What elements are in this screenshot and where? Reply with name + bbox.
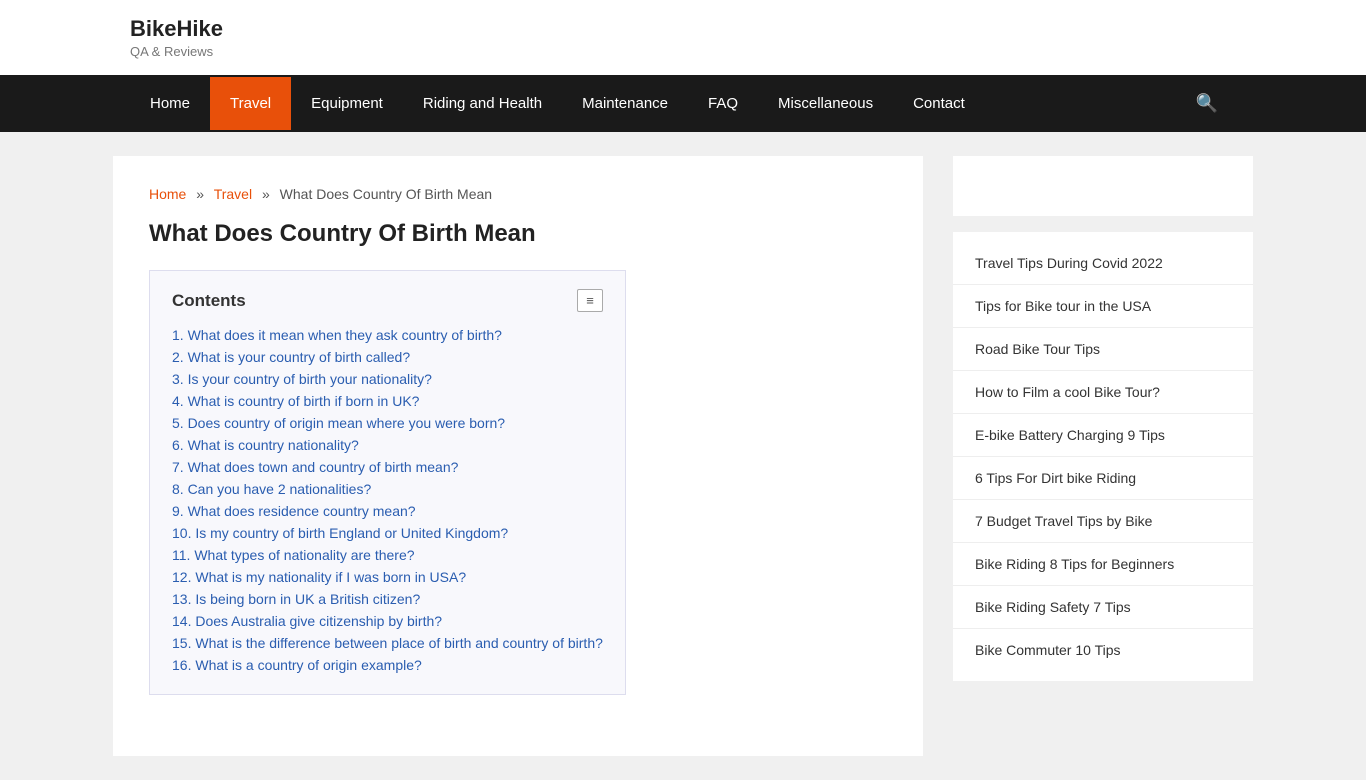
nav-item-miscellaneous[interactable]: Miscellaneous xyxy=(758,77,893,130)
nav-item-maintenance[interactable]: Maintenance xyxy=(562,77,688,130)
contents-header: Contents ≡ xyxy=(172,289,603,312)
nav-items: HomeTravelEquipmentRiding and HealthMain… xyxy=(130,77,985,130)
sidebar-link[interactable]: Travel Tips During Covid 2022 xyxy=(953,242,1253,285)
contents-item-4[interactable]: 4. What is country of birth if born in U… xyxy=(172,393,419,409)
sidebar-link[interactable]: 7 Budget Travel Tips by Bike xyxy=(953,500,1253,543)
contents-toggle-button[interactable]: ≡ xyxy=(577,289,603,312)
main-content: Home » Travel » What Does Country Of Bir… xyxy=(113,156,923,756)
page-wrapper: Home » Travel » What Does Country Of Bir… xyxy=(113,132,1253,780)
sidebar-link[interactable]: How to Film a cool Bike Tour? xyxy=(953,371,1253,414)
nav-item-riding-and-health[interactable]: Riding and Health xyxy=(403,77,562,130)
sidebar-link[interactable]: E-bike Battery Charging 9 Tips xyxy=(953,414,1253,457)
contents-item-6[interactable]: 6. What is country nationality? xyxy=(172,437,359,453)
breadcrumb-current: What Does Country Of Birth Mean xyxy=(280,186,492,202)
sidebar-link[interactable]: Tips for Bike tour in the USA xyxy=(953,285,1253,328)
contents-item-15[interactable]: 15. What is the difference between place… xyxy=(172,635,603,651)
contents-item-10[interactable]: 10. Is my country of birth England or Un… xyxy=(172,525,508,541)
site-title: BikeHike xyxy=(130,16,1236,42)
sidebar-search-box xyxy=(953,156,1253,216)
contents-box: Contents ≡ 1. What does it mean when the… xyxy=(149,270,626,695)
nav-item-equipment[interactable]: Equipment xyxy=(291,77,403,130)
contents-item-16[interactable]: 16. What is a country of origin example? xyxy=(172,657,422,673)
contents-item-7[interactable]: 7. What does town and country of birth m… xyxy=(172,459,458,475)
contents-item-2[interactable]: 2. What is your country of birth called? xyxy=(172,349,410,365)
sidebar-link[interactable]: Bike Riding Safety 7 Tips xyxy=(953,586,1253,629)
search-icon[interactable]: 🔍 xyxy=(1178,75,1236,132)
sidebar-links: Travel Tips During Covid 2022Tips for Bi… xyxy=(953,232,1253,681)
sidebar-link[interactable]: Road Bike Tour Tips xyxy=(953,328,1253,371)
contents-item-5[interactable]: 5. Does country of origin mean where you… xyxy=(172,415,505,431)
nav-item-travel[interactable]: Travel xyxy=(210,77,291,130)
contents-item-3[interactable]: 3. Is your country of birth your nationa… xyxy=(172,371,432,387)
page-title: What Does Country Of Birth Mean xyxy=(149,220,887,248)
sidebar-link[interactable]: Bike Riding 8 Tips for Beginners xyxy=(953,543,1253,586)
sidebar-link[interactable]: 6 Tips For Dirt bike Riding xyxy=(953,457,1253,500)
contents-list: 1. What does it mean when they ask count… xyxy=(172,324,603,676)
nav-item-contact[interactable]: Contact xyxy=(893,77,985,130)
contents-item-8[interactable]: 8. Can you have 2 nationalities? xyxy=(172,481,371,497)
contents-title: Contents xyxy=(172,291,246,311)
contents-item-13[interactable]: 13. Is being born in UK a British citize… xyxy=(172,591,420,607)
nav-item-faq[interactable]: FAQ xyxy=(688,77,758,130)
site-tagline: QA & Reviews xyxy=(130,44,1236,59)
main-nav: HomeTravelEquipmentRiding and HealthMain… xyxy=(0,75,1366,132)
contents-item-11[interactable]: 11. What types of nationality are there? xyxy=(172,547,415,563)
contents-item-12[interactable]: 12. What is my nationality if I was born… xyxy=(172,569,466,585)
contents-item-14[interactable]: 14. Does Australia give citizenship by b… xyxy=(172,613,442,629)
sidebar: Travel Tips During Covid 2022Tips for Bi… xyxy=(953,156,1253,756)
contents-item-1[interactable]: 1. What does it mean when they ask count… xyxy=(172,327,502,343)
contents-item-9[interactable]: 9. What does residence country mean? xyxy=(172,503,416,519)
nav-item-home[interactable]: Home xyxy=(130,77,210,130)
sidebar-link[interactable]: Bike Commuter 10 Tips xyxy=(953,629,1253,671)
breadcrumb-home[interactable]: Home xyxy=(149,186,186,202)
site-header: BikeHike QA & Reviews xyxy=(0,0,1366,75)
breadcrumb-travel[interactable]: Travel xyxy=(214,186,252,202)
breadcrumb: Home » Travel » What Does Country Of Bir… xyxy=(149,186,887,202)
